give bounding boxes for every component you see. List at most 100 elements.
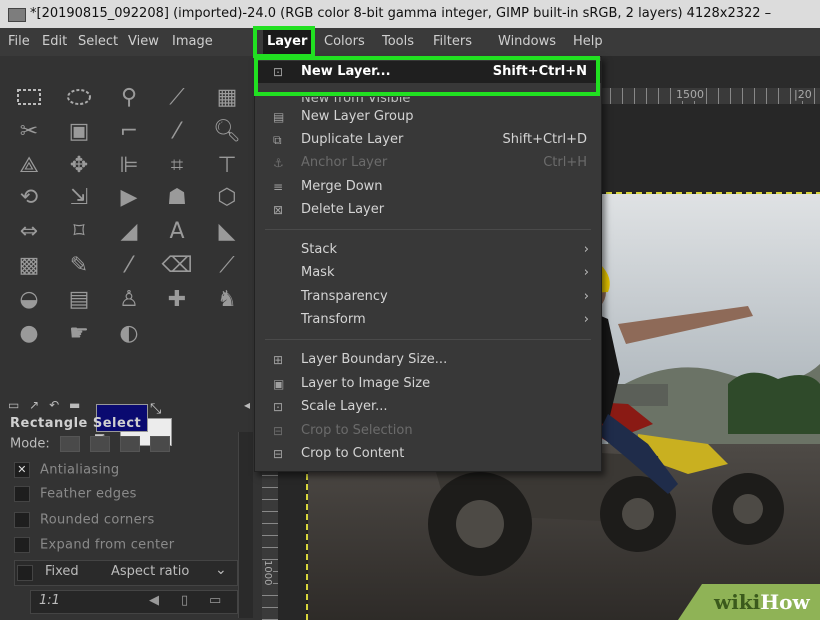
eraser-icon[interactable]: ⌫ [160, 250, 194, 280]
menu-item-scale-layer[interactable]: ⊡ Scale Layer... [255, 396, 601, 418]
boundary-size-icon: ⊞ [273, 353, 284, 367]
layer-to-image-size-icon: ▣ [273, 377, 285, 391]
fixed-checkbox[interactable] [17, 565, 33, 581]
menu-item-layer-boundary-size[interactable]: ⊞ Layer Boundary Size... [255, 349, 601, 371]
toolbox: ⚲ ⟋ ▦ ✂ ▣ ⌐ ⁄ 🔍︎ ⟁ ✥ ⊫ ⌗ ⊤ ⟲ ⇲ ▶ ☗ ⬡ ⇔ ⌑… [0, 56, 262, 620]
fixed-aspect-row[interactable]: Fixed Aspect ratio ⌄ [14, 560, 238, 586]
flip-icon[interactable]: ⇔ [12, 216, 46, 246]
highlight-new-layer-item [254, 56, 600, 96]
anchor-icon: ⚓ [273, 156, 284, 170]
clone-icon[interactable]: ♙ [112, 284, 146, 314]
rotate-icon[interactable]: ⟲ [12, 182, 46, 212]
menu-filters[interactable]: Filters [433, 28, 472, 56]
gradient-icon[interactable]: ◣ [210, 216, 244, 246]
menu-colors[interactable]: Colors [324, 28, 365, 56]
expand-from-center-checkbox[interactable] [14, 537, 30, 553]
menu-item-merge-down[interactable]: ≡ Merge Down [255, 176, 601, 198]
ruler-label-1500: 1500 [674, 88, 706, 101]
ratio-value[interactable]: 1:1 [39, 593, 60, 608]
dock-menu-icon[interactable]: ◂ [244, 398, 250, 412]
menu-item-anchor-layer[interactable]: ⚓ Anchor Layer Ctrl+H [255, 152, 601, 174]
3d-transform-icon[interactable]: ⬡ [210, 182, 244, 212]
feather-edges-option[interactable]: Feather edges [14, 486, 137, 502]
heal-icon[interactable]: ✚ [160, 284, 194, 314]
wikihow-watermark: wikiHow [678, 584, 820, 620]
feather-edges-checkbox[interactable] [14, 486, 30, 502]
menu-view[interactable]: View [128, 28, 159, 56]
foreground-select-icon[interactable]: ▣ [62, 116, 96, 146]
perspective-clone-icon[interactable]: ♞ [210, 284, 244, 314]
rounded-corners-checkbox[interactable] [14, 512, 30, 528]
measure-icon[interactable]: ⟁ [12, 150, 46, 180]
menu-file[interactable]: File [8, 28, 30, 56]
menu-image[interactable]: Image [172, 28, 213, 56]
lasso-icon[interactable]: ⚲ [112, 82, 146, 112]
rounded-corners-option[interactable]: Rounded corners [14, 512, 155, 528]
ellipse-select-icon[interactable] [62, 82, 96, 112]
expand-from-center-option[interactable]: Expand from center [14, 537, 174, 553]
cage-transform-icon[interactable]: ⌑ [62, 216, 96, 246]
warp-transform-icon[interactable]: ☗ [160, 182, 194, 212]
menu-select[interactable]: Select [78, 28, 118, 56]
fuzzy-select-icon[interactable]: ⟋ [160, 82, 194, 112]
paths-icon[interactable]: ⌐ [112, 116, 146, 146]
menu-item-delete-layer[interactable]: ⊠ Delete Layer [255, 199, 601, 221]
delete-layer-icon: ⊠ [273, 203, 284, 217]
unified-transform-icon[interactable]: ⊤ [210, 150, 244, 180]
chevron-down-icon[interactable]: ⌄ [215, 562, 227, 578]
window-titlebar: *[20190815_092208] (imported)-24.0 (RGB … [0, 0, 820, 28]
mode-add-button[interactable] [90, 436, 111, 452]
smudge-icon[interactable]: ☛ [62, 318, 96, 348]
antialiasing-checkbox[interactable]: ✕ [14, 462, 30, 478]
zoom-icon[interactable]: 🔍︎ [210, 116, 244, 146]
device-status-tab-icon[interactable]: ↗ [29, 398, 39, 412]
pattern-fill-icon[interactable]: ▩ [12, 250, 46, 280]
menu-item-new-layer-group[interactable]: ▤ New Layer Group [255, 106, 601, 128]
align-icon[interactable]: ⊫ [112, 150, 146, 180]
mode-replace-button[interactable] [59, 436, 80, 452]
perspective-icon[interactable]: ▶ [112, 182, 146, 212]
submenu-arrow-icon: › [583, 242, 589, 257]
color-picker-icon[interactable]: ⁄ [160, 116, 194, 146]
menu-item-crop-to-content[interactable]: ⊟ Crop to Content [255, 443, 601, 465]
aspect-ratio-select[interactable]: Aspect ratio [111, 564, 189, 579]
menu-item-transparency[interactable]: Transparency › [255, 286, 601, 308]
portrait-icon[interactable]: ▯ [181, 593, 188, 608]
antialiasing-option[interactable]: ✕ Antialiasing [14, 462, 119, 478]
select-by-color-icon[interactable]: ▦ [210, 82, 244, 112]
blur-icon[interactable]: ● [12, 318, 46, 348]
shear-icon[interactable]: ⇲ [62, 182, 96, 212]
menu-item-duplicate-layer[interactable]: ⧉ Duplicate Layer Shift+Ctrl+D [255, 129, 601, 151]
dodge-burn-icon[interactable]: ◐ [112, 318, 146, 348]
rect-select-icon[interactable] [12, 82, 46, 112]
ink-icon[interactable]: ◒ [12, 284, 46, 314]
undo-history-tab-icon[interactable]: ↶ [49, 398, 59, 412]
mode-intersect-button[interactable] [150, 436, 171, 452]
tool-options-tab-icon[interactable]: ▭ [8, 398, 19, 412]
images-tab-icon[interactable]: ▬ [69, 398, 80, 412]
mode-subtract-button[interactable] [120, 436, 141, 452]
crop-icon[interactable]: ⌗ [160, 150, 194, 180]
menu-edit[interactable]: Edit [42, 28, 67, 56]
delete-ratio-icon[interactable]: ◀ [149, 593, 159, 608]
landscape-icon[interactable]: ▭ [209, 593, 221, 608]
text-tool-icon[interactable]: A [160, 216, 194, 246]
fixed-label: Fixed [45, 564, 79, 579]
tool-options-scrollbar[interactable] [238, 432, 253, 618]
menu-item-transform[interactable]: Transform › [255, 309, 601, 331]
menu-item-stack[interactable]: Stack › [255, 239, 601, 261]
pencil-icon[interactable]: ✎ [62, 250, 96, 280]
airbrush-icon[interactable]: ⟋ [210, 250, 244, 280]
menu-item-layer-to-image-size[interactable]: ▣ Layer to Image Size [255, 373, 601, 395]
menu-windows[interactable]: Windows [498, 28, 556, 56]
scissors-icon[interactable]: ✂ [12, 116, 46, 146]
menu-tools[interactable]: Tools [382, 28, 414, 56]
menu-help[interactable]: Help [573, 28, 603, 56]
move-icon[interactable]: ✥ [62, 150, 96, 180]
menu-item-mask[interactable]: Mask › [255, 262, 601, 284]
ratio-field[interactable]: 1:1 ◀ ▯ ▭ [30, 590, 238, 614]
bucket-fill-icon[interactable]: ◢ [112, 216, 146, 246]
paintbrush-icon[interactable]: ⁄ [112, 250, 146, 280]
mypaint-brush-icon[interactable]: ▤ [62, 284, 96, 314]
menu-item-crop-to-selection[interactable]: ⊟ Crop to Selection [255, 420, 601, 442]
